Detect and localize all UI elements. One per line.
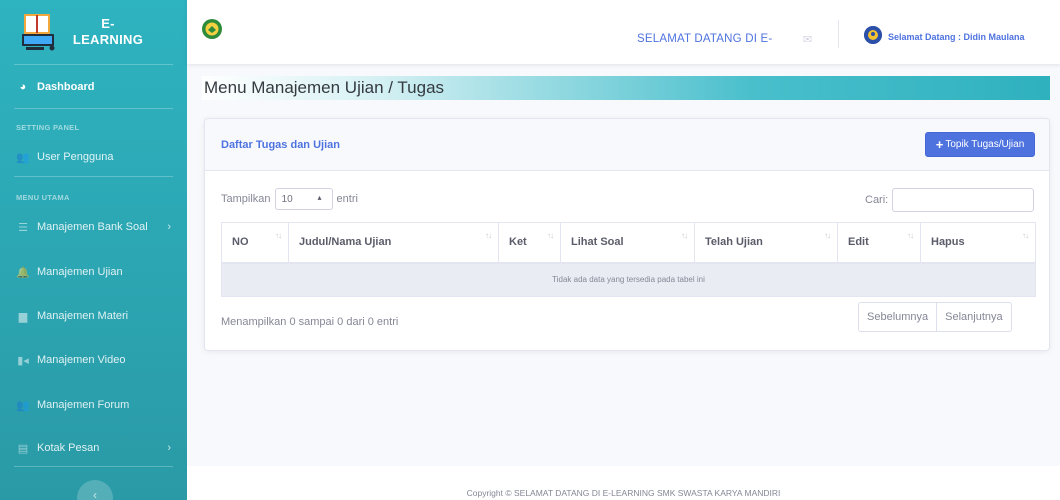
column-header-telah-ujian[interactable]: Telah Ujian ↑↓	[694, 222, 838, 264]
dashboard-icon: ◕	[19, 81, 27, 93]
exam-table: NO ↑↓ Judul/Nama Ujian ↑↓ Ket ↑↓ Lihat Soal…	[221, 222, 1036, 297]
inbox-icon: ▤	[17, 442, 29, 455]
plus-icon: +	[935, 137, 944, 152]
sidebar-item-user[interactable]: 👥 User Pengguna	[0, 149, 187, 165]
footer: Copyright © SELAMAT DATANG DI E-LEARNING…	[187, 466, 1060, 500]
sidebar-item-bank-soal[interactable]: ☰ Manajemen Bank Soal ›	[0, 219, 187, 235]
search-input[interactable]	[892, 188, 1035, 212]
column-header-no[interactable]: NO ↑↓	[221, 222, 289, 264]
envelope-icon[interactable]: ✉	[803, 33, 812, 46]
user-greeting[interactable]: Selamat Datang : Didin Maulana	[888, 32, 1025, 42]
empty-table-message: Tidak ada data yang tersedia pada tabel …	[221, 262, 1036, 297]
sort-icon: ↑↓	[547, 231, 554, 240]
school-logo-icon	[201, 18, 223, 40]
add-topic-label: Topik Tugas/Ujian	[945, 139, 1025, 150]
topbar-divider	[838, 20, 839, 48]
topbar: SELAMAT DATANG DI E- ✉ Selamat Datang : …	[187, 0, 1060, 64]
sort-icon: ↑↓	[275, 231, 282, 240]
avatar[interactable]	[864, 26, 882, 44]
section-heading-menu: MENU UTAMA	[16, 193, 70, 202]
sidebar-item-label: Manajemen Bank Soal	[37, 221, 148, 233]
sidebar-item-label: User Pengguna	[37, 151, 114, 163]
select-arrows-icon: ▴	[317, 193, 322, 202]
chevron-right-icon: ›	[167, 221, 171, 233]
column-header-edit[interactable]: Edit ↑↓	[837, 222, 921, 264]
next-page-button[interactable]: Selanjutnya	[937, 302, 1012, 332]
video-icon: ▮◂	[17, 354, 29, 367]
sidebar-item-dashboard[interactable]: ◕ Dashboard	[0, 79, 187, 95]
sidebar-item-label: Manajemen Materi	[37, 310, 129, 322]
sort-icon: ↑↓	[485, 231, 492, 240]
search-label: Cari:	[865, 194, 889, 206]
table-info: Menampilkan 0 sampai 0 dari 0 entri	[221, 316, 399, 328]
sidebar-item-forum[interactable]: 👥 Manajemen Forum	[0, 397, 187, 413]
sidebar-item-label: Manajemen Forum	[37, 399, 130, 411]
sort-icon: ↑↓	[681, 231, 688, 240]
pagination: Sebelumnya Selanjutnya	[858, 302, 1012, 332]
card-header: Daftar Tugas dan Ujian + Topik Tugas/Uji…	[205, 119, 1049, 171]
chevron-left-icon: ‹	[93, 488, 97, 500]
entries-select[interactable]: 10 ▴	[274, 188, 333, 210]
exam-list-card: Daftar Tugas dan Ujian + Topik Tugas/Uji…	[204, 118, 1050, 351]
sidebar-divider	[14, 64, 173, 65]
sort-icon: ↑↓	[824, 231, 831, 240]
entries-label: entri	[336, 193, 358, 205]
column-header-judul[interactable]: Judul/Nama Ujian ↑↓	[288, 222, 499, 264]
sidebar-item-video[interactable]: ▮◂ Manajemen Video	[0, 352, 187, 368]
brand-name: E-LEARNING	[72, 16, 144, 47]
copyright-text: Copyright © SELAMAT DATANG DI E-LEARNING…	[466, 488, 781, 498]
computer-book-icon	[20, 12, 60, 52]
column-header-ket[interactable]: Ket ↑↓	[498, 222, 561, 264]
group-icon: 👥	[16, 399, 30, 412]
entries-value: 10	[281, 193, 293, 205]
sidebar: E-LEARNING ◕ Dashboard SETTING PANEL 👥 U…	[0, 0, 187, 500]
sidebar-item-label: Dashboard	[37, 81, 95, 93]
sidebar-divider	[14, 466, 173, 467]
sidebar-item-materi[interactable]: ▆ Manajemen Materi	[0, 308, 187, 324]
card-title: Daftar Tugas dan Ujian	[221, 139, 340, 151]
book-icon: ▆	[18, 310, 28, 323]
table-search: Cari:	[865, 188, 1035, 212]
show-label: Tampilkan	[221, 193, 271, 205]
column-header-lihat-soal[interactable]: Lihat Soal ↑↓	[560, 222, 695, 264]
page-title: Menu Manajemen Ujian / Tugas	[204, 78, 445, 97]
table-header-row: NO ↑↓ Judul/Nama Ujian ↑↓ Ket ↑↓ Lihat Soal…	[221, 222, 1036, 264]
list-icon: ☰	[18, 221, 28, 234]
sidebar-item-pesan[interactable]: ▤ Kotak Pesan ›	[0, 440, 187, 456]
bell-icon: 🔔	[16, 266, 30, 279]
sidebar-item-label: Kotak Pesan	[37, 442, 100, 454]
previous-page-button[interactable]: Sebelumnya	[858, 302, 938, 332]
table-row: Tidak ada data yang tersedia pada tabel …	[221, 262, 1036, 297]
sidebar-divider	[14, 108, 173, 109]
welcome-text: SELAMAT DATANG DI E-	[637, 33, 773, 45]
column-header-hapus[interactable]: Hapus ↑↓	[920, 222, 1036, 264]
sidebar-brand[interactable]: E-LEARNING	[0, 0, 187, 64]
users-icon: 👥	[16, 151, 30, 164]
sort-icon: ↑↓	[907, 231, 914, 240]
section-heading-setting: SETTING PANEL	[16, 123, 80, 132]
sidebar-item-label: Manajemen Ujian	[37, 266, 123, 278]
add-topic-button[interactable]: + Topik Tugas/Ujian	[925, 132, 1035, 157]
page-heading-bar: Menu Manajemen Ujian / Tugas	[202, 76, 1050, 100]
sidebar-divider	[14, 176, 173, 177]
sidebar-item-label: Manajemen Video	[37, 354, 126, 366]
sort-icon: ↑↓	[1022, 231, 1029, 240]
sidebar-toggle-button[interactable]: ‹	[77, 480, 113, 500]
entries-length-control: Tampilkan 10 ▴ entri	[221, 188, 358, 210]
sidebar-item-ujian[interactable]: 🔔 Manajemen Ujian	[0, 264, 187, 280]
chevron-right-icon: ›	[167, 442, 171, 454]
